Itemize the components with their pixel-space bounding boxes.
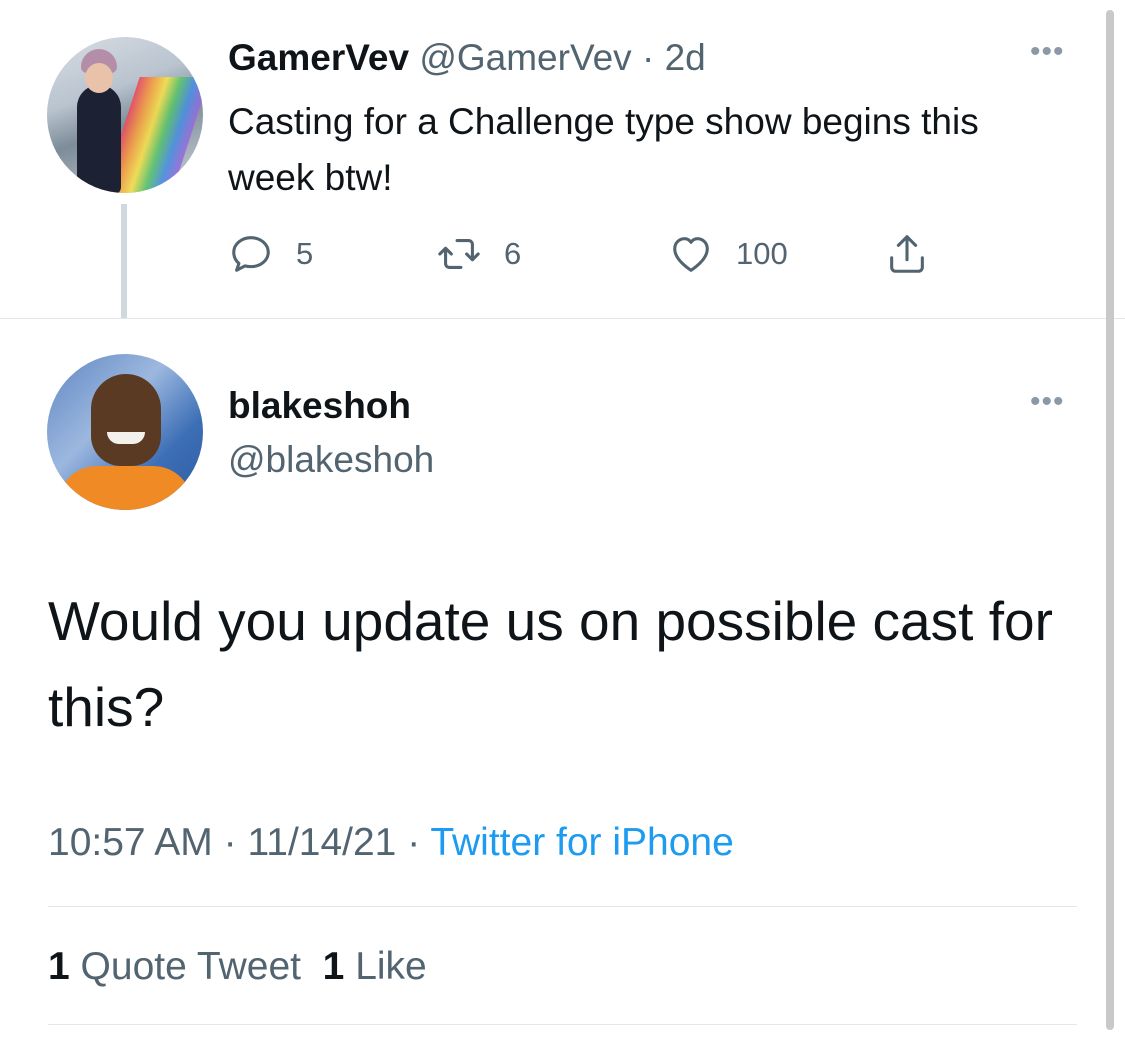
reply-button[interactable]: 5 [228,228,313,280]
tweet-divider [0,318,1125,319]
quote-count: 1 [48,945,70,988]
main-display-name[interactable]: blakeshoh [228,382,411,430]
parent-avatar[interactable] [47,37,203,193]
stats-divider-bottom [48,1024,1077,1025]
parent-tweet-text: Casting for a Challenge type show begins… [228,101,979,198]
tweet-time[interactable]: 10:57 AM [48,821,213,864]
tweet-meta: 10:57 AM · 11/14/21 · Twitter for iPhone [48,818,734,868]
more-dots-icon[interactable]: ••• [1030,37,1065,67]
quote-label: Quote Tweet [80,945,301,988]
reply-icon [232,236,270,272]
likes-stat[interactable]: 1 Like [323,945,427,988]
parent-tweet-header: GamerVev @GamerVev · 2d [228,36,706,80]
stats-divider-top [48,906,1077,907]
main-avatar[interactable] [47,354,203,510]
share-button[interactable] [884,228,930,280]
avatar-smile [107,432,145,444]
reply-count: 5 [296,236,314,271]
like-label: Like [355,945,427,988]
scrollbar[interactable] [1106,10,1114,1030]
share-icon [890,235,924,273]
more-dots-icon[interactable]: ••• [1030,387,1065,417]
thread-connector-line [121,204,127,318]
parent-handle[interactable]: @GamerVev [419,37,631,78]
avatar-face [85,63,113,93]
tweet-stats: 1 Quote Tweet 1 Like [48,942,427,992]
tweet-date[interactable]: 11/14/21 [247,821,396,864]
quote-tweets-stat[interactable]: 1 Quote Tweet [48,945,301,988]
main-handle[interactable]: @blakeshoh [228,436,434,484]
avatar-shirt [57,466,193,510]
parent-tweet-age[interactable]: 2d [665,37,706,78]
like-button[interactable]: 100 [668,228,788,280]
header-separator: · [631,37,665,78]
retweet-icon [438,239,480,269]
like-count: 100 [736,236,788,271]
parent-display-name[interactable]: GamerVev [228,37,409,78]
avatar-head [91,374,161,466]
meta-separator: · [212,821,248,864]
like-icon [673,237,709,272]
retweet-button[interactable]: 6 [436,228,521,280]
like-stat-count: 1 [322,945,345,988]
retweet-count: 6 [504,236,522,271]
main-tweet-text: Would you update us on possible cast for… [48,590,1053,738]
avatar-figure [77,85,121,193]
meta-separator: · [396,821,431,864]
tweet-source-link[interactable]: Twitter for iPhone [430,821,733,864]
